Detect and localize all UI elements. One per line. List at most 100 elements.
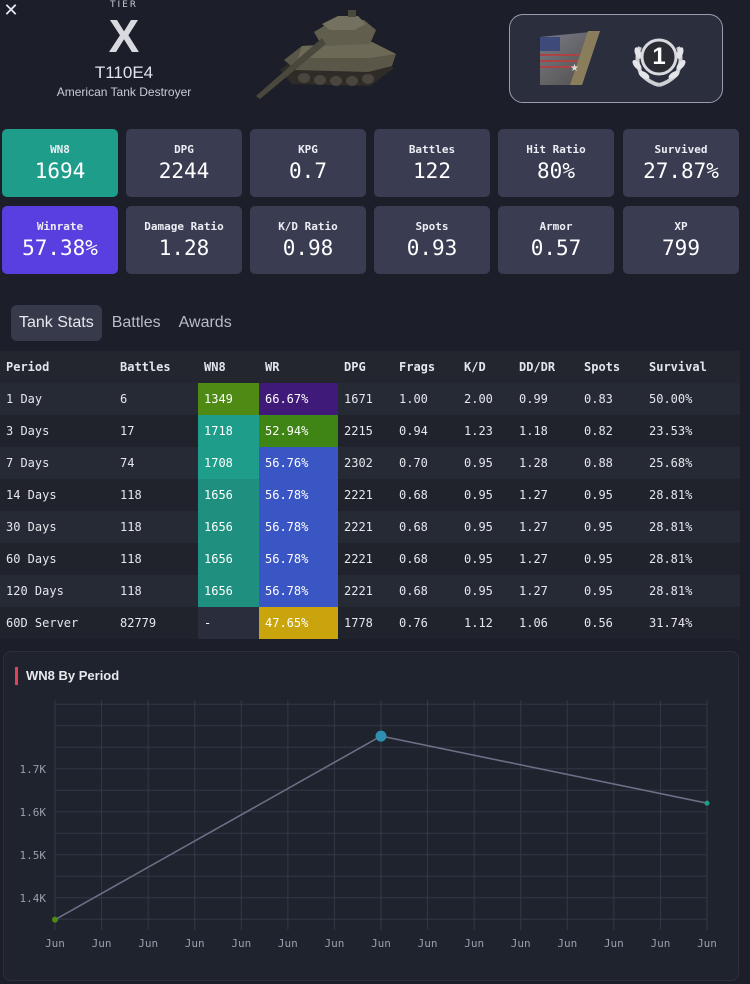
cell-wn8: 1708	[198, 447, 259, 479]
stat-tile-kpg: KPG 0.7	[250, 129, 366, 197]
cell-wr: 56.76%	[259, 447, 338, 479]
column-header: Spots	[578, 351, 643, 383]
stat-tile-value: 1694	[34, 159, 86, 183]
column-header: K/D	[458, 351, 513, 383]
stat-tile-value: 0.7	[289, 159, 327, 183]
tier-block: TIER X T110E4 American Tank Destroyer	[40, 0, 208, 100]
rank-insignia-icon: ★	[540, 31, 600, 85]
tab-awards[interactable]: Awards	[171, 305, 240, 341]
x-tick-label: Jun	[557, 937, 577, 950]
cell-kd: 0.95	[458, 543, 513, 575]
tab-battles[interactable]: Battles	[104, 305, 169, 341]
stat-tile-dpg: DPG 2244	[126, 129, 242, 197]
cell-dpg: 2221	[338, 511, 393, 543]
table-row: 3 Days 17 1718 52.94% 2215 0.94 1.23 1.18 0.82 23…	[0, 415, 740, 447]
x-tick-label: Jun	[511, 937, 531, 950]
cell-kd: 1.23	[458, 415, 513, 447]
close-icon: ✕	[3, 0, 19, 21]
cell-battles: 82779	[114, 607, 198, 639]
stat-tile-label: XP	[674, 220, 688, 233]
cell-spots: 0.95	[578, 543, 643, 575]
cell-wn8: 1656	[198, 479, 259, 511]
cell-kd: 0.95	[458, 479, 513, 511]
cell-frags: 0.94	[393, 415, 458, 447]
table-row: 30 Days 118 1656 56.78% 2221 0.68 0.95 1.27 0.95…	[0, 511, 740, 543]
cell-battles: 118	[114, 543, 198, 575]
cell-period: 60 Days	[0, 543, 114, 575]
cell-kd: 0.95	[458, 575, 513, 607]
cell-kd: 1.12	[458, 607, 513, 639]
cell-period: 1 Day	[0, 383, 114, 415]
cell-spots: 0.95	[578, 511, 643, 543]
data-point	[704, 800, 710, 806]
stat-tile-value: 2244	[158, 159, 210, 183]
stat-tile-wn8: WN8 1694	[2, 129, 118, 197]
cell-wn8: 1718	[198, 415, 259, 447]
close-button[interactable]: ✕	[0, 0, 22, 22]
period-stats-table: Period Battles WN8 WR DPG Frags K/D DD/D…	[0, 351, 740, 639]
cell-dddr: 1.06	[513, 607, 578, 639]
cell-wr: 56.78%	[259, 511, 338, 543]
mastery-badge: 1	[626, 25, 692, 91]
cell-dddr: 1.27	[513, 575, 578, 607]
cell-kd: 0.95	[458, 447, 513, 479]
cell-period: 30 Days	[0, 511, 114, 543]
cell-wn8: -	[198, 607, 259, 639]
x-tick-label: Jun	[697, 937, 717, 950]
stat-tile-label: Battles	[408, 143, 456, 156]
x-tick-label: Jun	[138, 937, 158, 950]
cell-survival: 28.81%	[643, 479, 740, 511]
column-header: Survival	[643, 351, 740, 383]
stat-tile-label: Winrate	[36, 220, 84, 233]
cell-spots: 0.88	[578, 447, 643, 479]
stat-tile-value: 0.98	[282, 236, 334, 260]
cell-frags: 0.68	[393, 543, 458, 575]
cell-dddr: 0.99	[513, 383, 578, 415]
cell-survival: 50.00%	[643, 383, 740, 415]
tier-value: X	[108, 10, 140, 62]
tab-tank-stats[interactable]: Tank Stats	[11, 305, 102, 341]
x-tick-label: Jun	[324, 937, 344, 950]
cell-wr: 47.65%	[259, 607, 338, 639]
stat-tile-label: DPG	[174, 143, 194, 156]
cell-wr: 52.94%	[259, 415, 338, 447]
cell-dpg: 1671	[338, 383, 393, 415]
stat-tile-value: 27.87%	[643, 159, 719, 183]
cell-dpg: 2215	[338, 415, 393, 447]
cell-frags: 0.68	[393, 575, 458, 607]
table-row: 120 Days 118 1656 56.78% 2221 0.68 0.95 1.27 0.9…	[0, 575, 740, 607]
cell-period: 120 Days	[0, 575, 114, 607]
cell-survival: 31.74%	[643, 607, 740, 639]
cell-dpg: 1778	[338, 607, 393, 639]
cell-battles: 17	[114, 415, 198, 447]
cell-survival: 25.68%	[643, 447, 740, 479]
mastery-number: 1	[652, 43, 666, 70]
x-tick-label: Jun	[92, 937, 112, 950]
tab-bar: Tank Stats Battles Awards	[11, 305, 242, 341]
column-header: Frags	[393, 351, 458, 383]
data-point	[52, 916, 58, 923]
tank-image	[256, 10, 396, 99]
cell-spots: 0.56	[578, 607, 643, 639]
stat-tile-spots: Spots 0.93	[374, 206, 490, 274]
x-tick-label: Jun	[45, 937, 65, 950]
badges-panel: ★ 1	[509, 14, 723, 103]
data-point	[375, 730, 387, 742]
cell-dddr: 1.27	[513, 479, 578, 511]
x-tick-label: Jun	[278, 937, 298, 950]
stat-tile-value: 0.57	[530, 236, 582, 260]
svg-text:★: ★	[570, 63, 579, 74]
cell-dddr: 1.27	[513, 543, 578, 575]
stat-tile-label: Survived	[654, 143, 708, 156]
column-header: Period	[0, 351, 114, 383]
cell-kd: 2.00	[458, 383, 513, 415]
stat-tile-value: 1.28	[158, 236, 210, 260]
column-header: WR	[259, 351, 338, 383]
stat-tile-label: K/D Ratio	[278, 220, 338, 233]
stat-tile-label: Spots	[415, 220, 449, 233]
wn8-line-chart: 1.4K 1.5K 1.6K 1.7K Jun Jun Jun Jun Jun Jun Jun Jun…	[20, 700, 717, 950]
stat-tile-value: 122	[413, 159, 451, 183]
cell-dpg: 2221	[338, 543, 393, 575]
x-tick-label: Jun	[231, 937, 251, 950]
stat-tile-battles: Battles 122	[374, 129, 490, 197]
